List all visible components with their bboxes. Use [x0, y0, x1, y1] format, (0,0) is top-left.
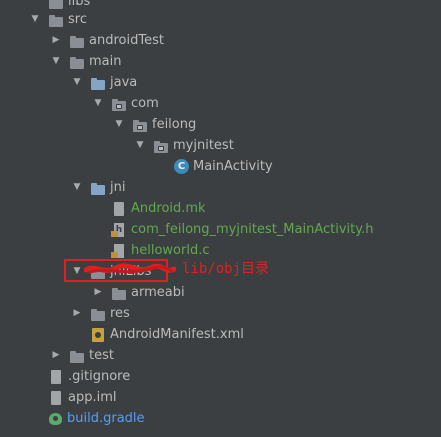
manifest-file-icon — [90, 327, 106, 343]
tree-item-label: res — [110, 306, 130, 321]
tree-item-myjnitest[interactable]: ▼ myjnitest — [0, 135, 441, 156]
folder-icon — [69, 348, 85, 364]
tree-item-com[interactable]: ▼ com — [0, 93, 441, 114]
collapse-arrow-icon[interactable]: ▶ — [51, 345, 61, 366]
tree-item-label: com_feilong_myjnitest_MainActivity.h — [131, 222, 374, 237]
tree-item-label: AndroidManifest.xml — [110, 327, 244, 342]
tree-item-label: feilong — [152, 117, 197, 132]
tree-item-label: main — [89, 54, 122, 69]
tree-item-label: Android.mk — [131, 201, 206, 216]
tree-item-android-mk[interactable]: Android.mk — [0, 198, 441, 219]
redaction-scribble — [84, 263, 176, 274]
source-folder-icon — [90, 75, 106, 91]
tree-item-label: test — [89, 348, 114, 363]
expand-arrow-icon[interactable]: ▼ — [51, 51, 61, 72]
tree-item-src[interactable]: ▼ src — [0, 9, 441, 30]
tree-item-label: .gitignore — [68, 369, 131, 384]
tree-item-feilong[interactable]: ▼ feilong — [0, 114, 441, 135]
expand-arrow-icon[interactable]: ▼ — [30, 9, 40, 30]
header-file-icon — [111, 222, 127, 238]
tree-item-main[interactable]: ▼ main — [0, 51, 441, 72]
tree-item-armeabi[interactable]: ▶ armeabi — [0, 282, 441, 303]
tree-item-label: com — [131, 96, 159, 111]
annotation-label: lib/obj目录 — [182, 261, 270, 277]
tree-item-build-gradle[interactable]: build.gradle — [0, 408, 441, 429]
expand-arrow-icon[interactable]: ▼ — [135, 135, 145, 156]
collapse-arrow-icon[interactable]: ▶ — [72, 303, 82, 324]
folder-icon — [48, 12, 64, 28]
tree-item-label: jni — [110, 180, 126, 195]
tree-item-label: app.iml — [68, 390, 117, 405]
tree-item-gitignore[interactable]: .gitignore — [0, 366, 441, 387]
tree-item-jni[interactable]: ▼ jni — [0, 177, 441, 198]
tree-item-androidtest[interactable]: ▶ androidTest — [0, 30, 441, 51]
tree-item-label: src — [68, 12, 87, 27]
tree-item-helloworld-c[interactable]: helloworld.c — [0, 240, 441, 261]
folder-icon — [69, 33, 85, 49]
project-tree: libs ▼ src ▶ androidTest ▼ main ▼ java ▼ com ▼ feilo… — [0, 0, 441, 437]
package-icon — [153, 138, 169, 154]
tree-item-label: java — [110, 75, 138, 90]
tree-item-java[interactable]: ▼ java — [0, 72, 441, 93]
gradle-icon — [48, 411, 63, 426]
collapse-arrow-icon[interactable]: ▶ — [51, 30, 61, 51]
tree-item-res[interactable]: ▶ res — [0, 303, 441, 324]
folder-icon — [69, 54, 85, 70]
expand-arrow-icon[interactable]: ▼ — [114, 114, 124, 135]
class-icon: C — [174, 159, 189, 174]
expand-arrow-icon[interactable]: ▼ — [93, 93, 103, 114]
tree-item-manifest[interactable]: AndroidManifest.xml — [0, 324, 441, 345]
source-folder-icon — [90, 180, 106, 196]
tree-item-label: armeabi — [131, 285, 185, 300]
expand-arrow-icon[interactable]: ▼ — [72, 72, 82, 93]
file-icon — [111, 201, 127, 217]
tree-item-header-file[interactable]: com_feilong_myjnitest_MainActivity.h — [0, 219, 441, 240]
tree-item-label: androidTest — [89, 33, 164, 48]
package-icon — [132, 117, 148, 133]
expand-arrow-icon[interactable]: ▼ — [72, 177, 82, 198]
collapse-arrow-icon[interactable]: ▶ — [93, 282, 103, 303]
tree-item-label: MainActivity — [193, 159, 273, 174]
folder-icon — [90, 306, 106, 322]
file-icon — [48, 390, 64, 406]
folder-icon — [111, 285, 127, 301]
package-icon — [111, 96, 127, 112]
tree-item-app-iml[interactable]: app.iml — [0, 387, 441, 408]
tree-item-test[interactable]: ▶ test — [0, 345, 441, 366]
tree-item-label: helloworld.c — [131, 243, 210, 258]
c-file-icon — [111, 243, 127, 259]
file-icon — [48, 369, 64, 385]
tree-item-label: myjnitest — [173, 138, 234, 153]
tree-item-label: build.gradle — [67, 411, 145, 426]
tree-item-mainactivity[interactable]: C MainActivity — [0, 156, 441, 177]
